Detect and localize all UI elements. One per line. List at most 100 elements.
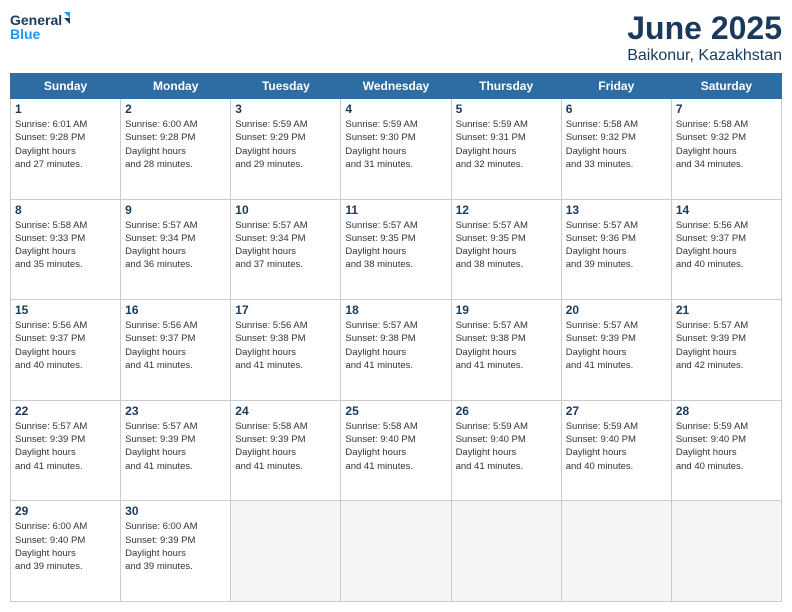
- day-number: 21: [676, 303, 777, 317]
- table-row: 22 Sunrise: 5:57 AMSunset: 9:39 PMDaylig…: [11, 400, 121, 501]
- table-row: 4 Sunrise: 5:59 AMSunset: 9:30 PMDayligh…: [341, 99, 451, 200]
- day-number: 22: [15, 404, 116, 418]
- day-info: Sunrise: 5:57 AMSunset: 9:35 PMDaylight …: [456, 220, 528, 271]
- day-number: 15: [15, 303, 116, 317]
- table-row: 15 Sunrise: 5:56 AMSunset: 9:37 PMDaylig…: [11, 300, 121, 401]
- day-number: 14: [676, 203, 777, 217]
- day-number: 18: [345, 303, 446, 317]
- day-info: Sunrise: 6:00 AMSunset: 9:39 PMDaylight …: [125, 521, 197, 572]
- day-info: Sunrise: 5:57 AMSunset: 9:38 PMDaylight …: [345, 320, 417, 371]
- day-info: Sunrise: 5:57 AMSunset: 9:34 PMDaylight …: [125, 220, 197, 271]
- col-sunday: Sunday: [11, 74, 121, 99]
- day-info: Sunrise: 5:57 AMSunset: 9:35 PMDaylight …: [345, 220, 417, 271]
- table-row: 12 Sunrise: 5:57 AMSunset: 9:35 PMDaylig…: [451, 199, 561, 300]
- day-info: Sunrise: 5:56 AMSunset: 9:38 PMDaylight …: [235, 320, 307, 371]
- day-number: 1: [15, 102, 116, 116]
- table-row: 30 Sunrise: 6:00 AMSunset: 9:39 PMDaylig…: [121, 501, 231, 602]
- svg-text:Blue: Blue: [10, 26, 41, 42]
- day-number: 16: [125, 303, 226, 317]
- table-row: 24 Sunrise: 5:58 AMSunset: 9:39 PMDaylig…: [231, 400, 341, 501]
- header-row: Sunday Monday Tuesday Wednesday Thursday…: [11, 74, 782, 99]
- col-wednesday: Wednesday: [341, 74, 451, 99]
- day-info: Sunrise: 5:59 AMSunset: 9:40 PMDaylight …: [566, 421, 638, 472]
- col-tuesday: Tuesday: [231, 74, 341, 99]
- day-number: 3: [235, 102, 336, 116]
- table-row: 13 Sunrise: 5:57 AMSunset: 9:36 PMDaylig…: [561, 199, 671, 300]
- table-row: 9 Sunrise: 5:57 AMSunset: 9:34 PMDayligh…: [121, 199, 231, 300]
- day-number: 25: [345, 404, 446, 418]
- day-info: Sunrise: 5:59 AMSunset: 9:31 PMDaylight …: [456, 119, 528, 170]
- day-info: Sunrise: 6:01 AMSunset: 9:28 PMDaylight …: [15, 119, 87, 170]
- col-monday: Monday: [121, 74, 231, 99]
- table-row: 2 Sunrise: 6:00 AMSunset: 9:28 PMDayligh…: [121, 99, 231, 200]
- table-row: 29 Sunrise: 6:00 AMSunset: 9:40 PMDaylig…: [11, 501, 121, 602]
- title-section: June 2025 Baikonur, Kazakhstan: [627, 10, 782, 65]
- table-row: [671, 501, 781, 602]
- col-saturday: Saturday: [671, 74, 781, 99]
- table-row: 3 Sunrise: 5:59 AMSunset: 9:29 PMDayligh…: [231, 99, 341, 200]
- day-info: Sunrise: 5:57 AMSunset: 9:36 PMDaylight …: [566, 220, 638, 271]
- day-info: Sunrise: 6:00 AMSunset: 9:40 PMDaylight …: [15, 521, 87, 572]
- table-row: 10 Sunrise: 5:57 AMSunset: 9:34 PMDaylig…: [231, 199, 341, 300]
- day-number: 23: [125, 404, 226, 418]
- table-row: 5 Sunrise: 5:59 AMSunset: 9:31 PMDayligh…: [451, 99, 561, 200]
- logo: General Blue: [10, 10, 70, 42]
- day-number: 27: [566, 404, 667, 418]
- table-row: 21 Sunrise: 5:57 AMSunset: 9:39 PMDaylig…: [671, 300, 781, 401]
- day-number: 9: [125, 203, 226, 217]
- day-info: Sunrise: 5:57 AMSunset: 9:38 PMDaylight …: [456, 320, 528, 371]
- day-info: Sunrise: 5:57 AMSunset: 9:39 PMDaylight …: [15, 421, 87, 472]
- calendar-table: Sunday Monday Tuesday Wednesday Thursday…: [10, 73, 782, 602]
- page: General Blue June 2025 Baikonur, Kazakhs…: [0, 0, 792, 612]
- day-number: 12: [456, 203, 557, 217]
- table-row: 23 Sunrise: 5:57 AMSunset: 9:39 PMDaylig…: [121, 400, 231, 501]
- table-row: 14 Sunrise: 5:56 AMSunset: 9:37 PMDaylig…: [671, 199, 781, 300]
- table-row: 7 Sunrise: 5:58 AMSunset: 9:32 PMDayligh…: [671, 99, 781, 200]
- table-row: 8 Sunrise: 5:58 AMSunset: 9:33 PMDayligh…: [11, 199, 121, 300]
- table-row: 27 Sunrise: 5:59 AMSunset: 9:40 PMDaylig…: [561, 400, 671, 501]
- day-number: 8: [15, 203, 116, 217]
- table-row: [561, 501, 671, 602]
- day-number: 20: [566, 303, 667, 317]
- day-info: Sunrise: 5:57 AMSunset: 9:39 PMDaylight …: [676, 320, 748, 371]
- day-number: 28: [676, 404, 777, 418]
- table-row: [451, 501, 561, 602]
- day-info: Sunrise: 5:56 AMSunset: 9:37 PMDaylight …: [15, 320, 87, 371]
- day-number: 24: [235, 404, 336, 418]
- day-info: Sunrise: 5:59 AMSunset: 9:40 PMDaylight …: [456, 421, 528, 472]
- day-info: Sunrise: 5:58 AMSunset: 9:33 PMDaylight …: [15, 220, 87, 271]
- logo-svg: General Blue: [10, 10, 70, 42]
- day-number: 11: [345, 203, 446, 217]
- day-info: Sunrise: 5:57 AMSunset: 9:39 PMDaylight …: [566, 320, 638, 371]
- day-info: Sunrise: 6:00 AMSunset: 9:28 PMDaylight …: [125, 119, 197, 170]
- table-row: 19 Sunrise: 5:57 AMSunset: 9:38 PMDaylig…: [451, 300, 561, 401]
- day-info: Sunrise: 5:59 AMSunset: 9:30 PMDaylight …: [345, 119, 417, 170]
- day-info: Sunrise: 5:59 AMSunset: 9:29 PMDaylight …: [235, 119, 307, 170]
- table-row: 16 Sunrise: 5:56 AMSunset: 9:37 PMDaylig…: [121, 300, 231, 401]
- day-number: 26: [456, 404, 557, 418]
- day-number: 2: [125, 102, 226, 116]
- table-row: 11 Sunrise: 5:57 AMSunset: 9:35 PMDaylig…: [341, 199, 451, 300]
- table-row: [341, 501, 451, 602]
- table-row: [231, 501, 341, 602]
- table-row: 20 Sunrise: 5:57 AMSunset: 9:39 PMDaylig…: [561, 300, 671, 401]
- table-row: 17 Sunrise: 5:56 AMSunset: 9:38 PMDaylig…: [231, 300, 341, 401]
- day-number: 7: [676, 102, 777, 116]
- day-info: Sunrise: 5:56 AMSunset: 9:37 PMDaylight …: [125, 320, 197, 371]
- day-info: Sunrise: 5:56 AMSunset: 9:37 PMDaylight …: [676, 220, 748, 271]
- table-row: 1 Sunrise: 6:01 AMSunset: 9:28 PMDayligh…: [11, 99, 121, 200]
- day-number: 4: [345, 102, 446, 116]
- day-number: 30: [125, 504, 226, 518]
- col-friday: Friday: [561, 74, 671, 99]
- day-info: Sunrise: 5:57 AMSunset: 9:39 PMDaylight …: [125, 421, 197, 472]
- day-info: Sunrise: 5:59 AMSunset: 9:40 PMDaylight …: [676, 421, 748, 472]
- day-info: Sunrise: 5:58 AMSunset: 9:39 PMDaylight …: [235, 421, 307, 472]
- day-info: Sunrise: 5:58 AMSunset: 9:32 PMDaylight …: [566, 119, 638, 170]
- table-row: 25 Sunrise: 5:58 AMSunset: 9:40 PMDaylig…: [341, 400, 451, 501]
- week-row: 1 Sunrise: 6:01 AMSunset: 9:28 PMDayligh…: [11, 99, 782, 200]
- calendar-subtitle: Baikonur, Kazakhstan: [627, 47, 782, 65]
- week-row: 8 Sunrise: 5:58 AMSunset: 9:33 PMDayligh…: [11, 199, 782, 300]
- week-row: 22 Sunrise: 5:57 AMSunset: 9:39 PMDaylig…: [11, 400, 782, 501]
- col-thursday: Thursday: [451, 74, 561, 99]
- table-row: 28 Sunrise: 5:59 AMSunset: 9:40 PMDaylig…: [671, 400, 781, 501]
